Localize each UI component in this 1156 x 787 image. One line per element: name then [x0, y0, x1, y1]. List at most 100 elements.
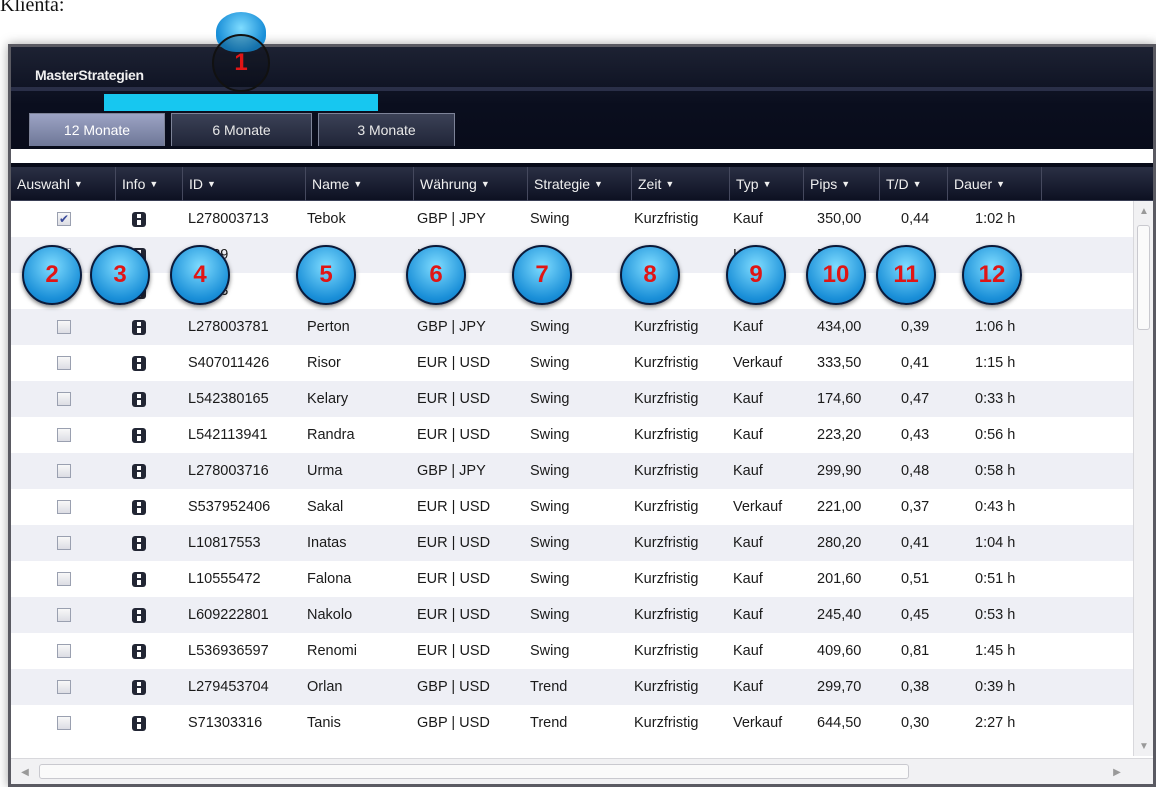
- cell-duration: 0:43 h: [975, 499, 1016, 515]
- column-header-3[interactable]: Name ▼: [306, 167, 414, 201]
- cell-time: Kurzfristig: [634, 427, 699, 443]
- checkbox-icon[interactable]: [57, 392, 71, 406]
- scroll-left-icon[interactable]: ◀: [15, 762, 35, 782]
- info-icon[interactable]: [132, 463, 146, 479]
- cell-duration: 2:27 h: [975, 715, 1016, 731]
- info-icon[interactable]: [132, 607, 146, 623]
- cell-name: Risor: [307, 355, 341, 371]
- sort-triangle-icon[interactable]: ▼: [996, 179, 1005, 189]
- checkbox-icon[interactable]: [57, 680, 71, 694]
- horizontal-scrollbar[interactable]: ◀ ▶: [11, 758, 1153, 784]
- column-header-7[interactable]: Typ ▼: [730, 167, 804, 201]
- column-label: Typ: [736, 176, 759, 192]
- app-window: MasterStrategien 12 Monate 6 Monate 3 Mo…: [8, 44, 1156, 787]
- info-icon[interactable]: [132, 319, 146, 335]
- table-row[interactable]: L536936597 Renomi EUR | USD Swing Kurzfristi…: [11, 633, 1133, 669]
- cell-id: L10555472: [188, 571, 261, 587]
- vertical-scrollbar[interactable]: ▲ ▼: [1133, 201, 1153, 756]
- checkbox-icon[interactable]: [57, 500, 71, 514]
- table-row[interactable]: S71303316 Tanis GBP | USD Trend Kurzfristig V…: [11, 705, 1133, 741]
- tab-12-monate[interactable]: 12 Monate: [29, 113, 165, 146]
- checkbox-icon[interactable]: [57, 608, 71, 622]
- column-header-10[interactable]: Dauer ▼: [948, 167, 1042, 201]
- table-row[interactable]: L10817553 Inatas EUR | USD Swing Kurzfristig…: [11, 525, 1133, 561]
- sort-triangle-icon[interactable]: ▼: [74, 179, 83, 189]
- info-icon[interactable]: [132, 499, 146, 515]
- column-header-4[interactable]: Währung ▼: [414, 167, 528, 201]
- cell-type: Kauf: [733, 211, 763, 227]
- info-icon[interactable]: [132, 211, 146, 227]
- horizontal-scroll-thumb[interactable]: [39, 764, 909, 779]
- info-icon[interactable]: [132, 643, 146, 659]
- scroll-right-icon[interactable]: ▶: [1107, 762, 1127, 782]
- cell-pips: 434,00: [817, 319, 862, 335]
- sort-triangle-icon[interactable]: ▼: [149, 179, 158, 189]
- column-header-8[interactable]: Pips ▼: [804, 167, 880, 201]
- cell-time: Kurzfristig: [634, 391, 699, 407]
- sort-triangle-icon[interactable]: ▼: [841, 179, 850, 189]
- table-row[interactable]: ✔ L278003713 Tebok GBP | JPY Swing Kurzfristi…: [11, 201, 1133, 237]
- sort-triangle-icon[interactable]: ▼: [481, 179, 490, 189]
- checkbox-icon[interactable]: [57, 536, 71, 550]
- cell-type: Kauf: [733, 535, 763, 551]
- info-icon[interactable]: [132, 355, 146, 371]
- table-row[interactable]: S537952406 Sakal EUR | USD Swing Kurzfristig…: [11, 489, 1133, 525]
- cell-currency: EUR | USD: [417, 535, 491, 551]
- table-row[interactable]: L278003781 Perton GBP | JPY Swing Kurzfristi…: [11, 309, 1133, 345]
- table-row[interactable]: L279453704 Orlan GBP | USD Trend Kurzfristig…: [11, 669, 1133, 705]
- column-label: Dauer: [954, 176, 993, 192]
- cell-name: Nakolo: [307, 607, 353, 623]
- sort-triangle-icon[interactable]: ▼: [353, 179, 362, 189]
- checkbox-icon[interactable]: [57, 320, 71, 334]
- info-icon[interactable]: [132, 427, 146, 443]
- cell-currency: EUR | USD: [417, 499, 491, 515]
- checkbox-icon[interactable]: [57, 356, 71, 370]
- info-icon[interactable]: [132, 679, 146, 695]
- info-icon[interactable]: [132, 391, 146, 407]
- table-row[interactable]: L10555472 Falona EUR | USD Swing Kurzfristig…: [11, 561, 1133, 597]
- cell-duration: 0:53 h: [975, 607, 1016, 623]
- checkbox-icon[interactable]: [57, 572, 71, 586]
- tab-6-monate[interactable]: 6 Monate: [171, 113, 312, 146]
- sort-triangle-icon[interactable]: ▼: [665, 179, 674, 189]
- cell-strategy: Swing: [530, 499, 570, 515]
- checkbox-icon[interactable]: [57, 428, 71, 442]
- column-header-5[interactable]: Strategie ▼: [528, 167, 632, 201]
- cell-td: 0,81: [901, 643, 930, 659]
- cell-duration: 1:15 h: [975, 355, 1016, 371]
- info-icon[interactable]: [132, 535, 146, 551]
- cell-name: Randra: [307, 427, 355, 443]
- table-row[interactable]: L542113941 Randra EUR | USD Swing Kurzfristi…: [11, 417, 1133, 453]
- cell-currency: EUR | USD: [417, 607, 491, 623]
- checkbox-icon[interactable]: ✔: [57, 212, 71, 226]
- sort-triangle-icon[interactable]: ▼: [594, 179, 603, 189]
- checkbox-icon[interactable]: [57, 644, 71, 658]
- table-row[interactable]: L542380165 Kelary EUR | USD Swing Kurzfristi…: [11, 381, 1133, 417]
- tab-3-monate[interactable]: 3 Monate: [318, 113, 455, 146]
- info-icon[interactable]: [132, 715, 146, 731]
- scroll-up-icon[interactable]: ▲: [1134, 201, 1153, 221]
- sort-triangle-icon[interactable]: ▼: [913, 179, 922, 189]
- table-row[interactable]: L609222801 Nakolo EUR | USD Swing Kurzfristi…: [11, 597, 1133, 633]
- table-row[interactable]: L278003716 Urma GBP | JPY Swing Kurzfristig K…: [11, 453, 1133, 489]
- checkbox-icon[interactable]: [57, 716, 71, 730]
- table-row[interactable]: S407011426 Risor EUR | USD Swing Kurzfristig…: [11, 345, 1133, 381]
- cell-strategy: Swing: [530, 463, 570, 479]
- column-header-2[interactable]: ID ▼: [183, 167, 306, 201]
- sort-triangle-icon[interactable]: ▼: [763, 179, 772, 189]
- column-header-0[interactable]: Auswahl ▼: [11, 167, 116, 201]
- checkbox-icon[interactable]: [57, 464, 71, 478]
- cell-strategy: Swing: [530, 643, 570, 659]
- column-header-1[interactable]: Info ▼: [116, 167, 183, 201]
- column-header-9[interactable]: T/D ▼: [880, 167, 948, 201]
- info-icon[interactable]: [132, 571, 146, 587]
- cell-duration: 0:58 h: [975, 463, 1016, 479]
- sort-triangle-icon[interactable]: ▼: [207, 179, 216, 189]
- scroll-down-icon[interactable]: ▼: [1134, 736, 1153, 756]
- vertical-scroll-thumb[interactable]: [1137, 225, 1150, 330]
- cell-id: L542380165: [188, 391, 269, 407]
- column-header-6[interactable]: Zeit ▼: [632, 167, 730, 201]
- callout-12: 12: [962, 245, 1022, 305]
- cell-name: Sakal: [307, 499, 344, 515]
- cell-strategy: Swing: [530, 391, 570, 407]
